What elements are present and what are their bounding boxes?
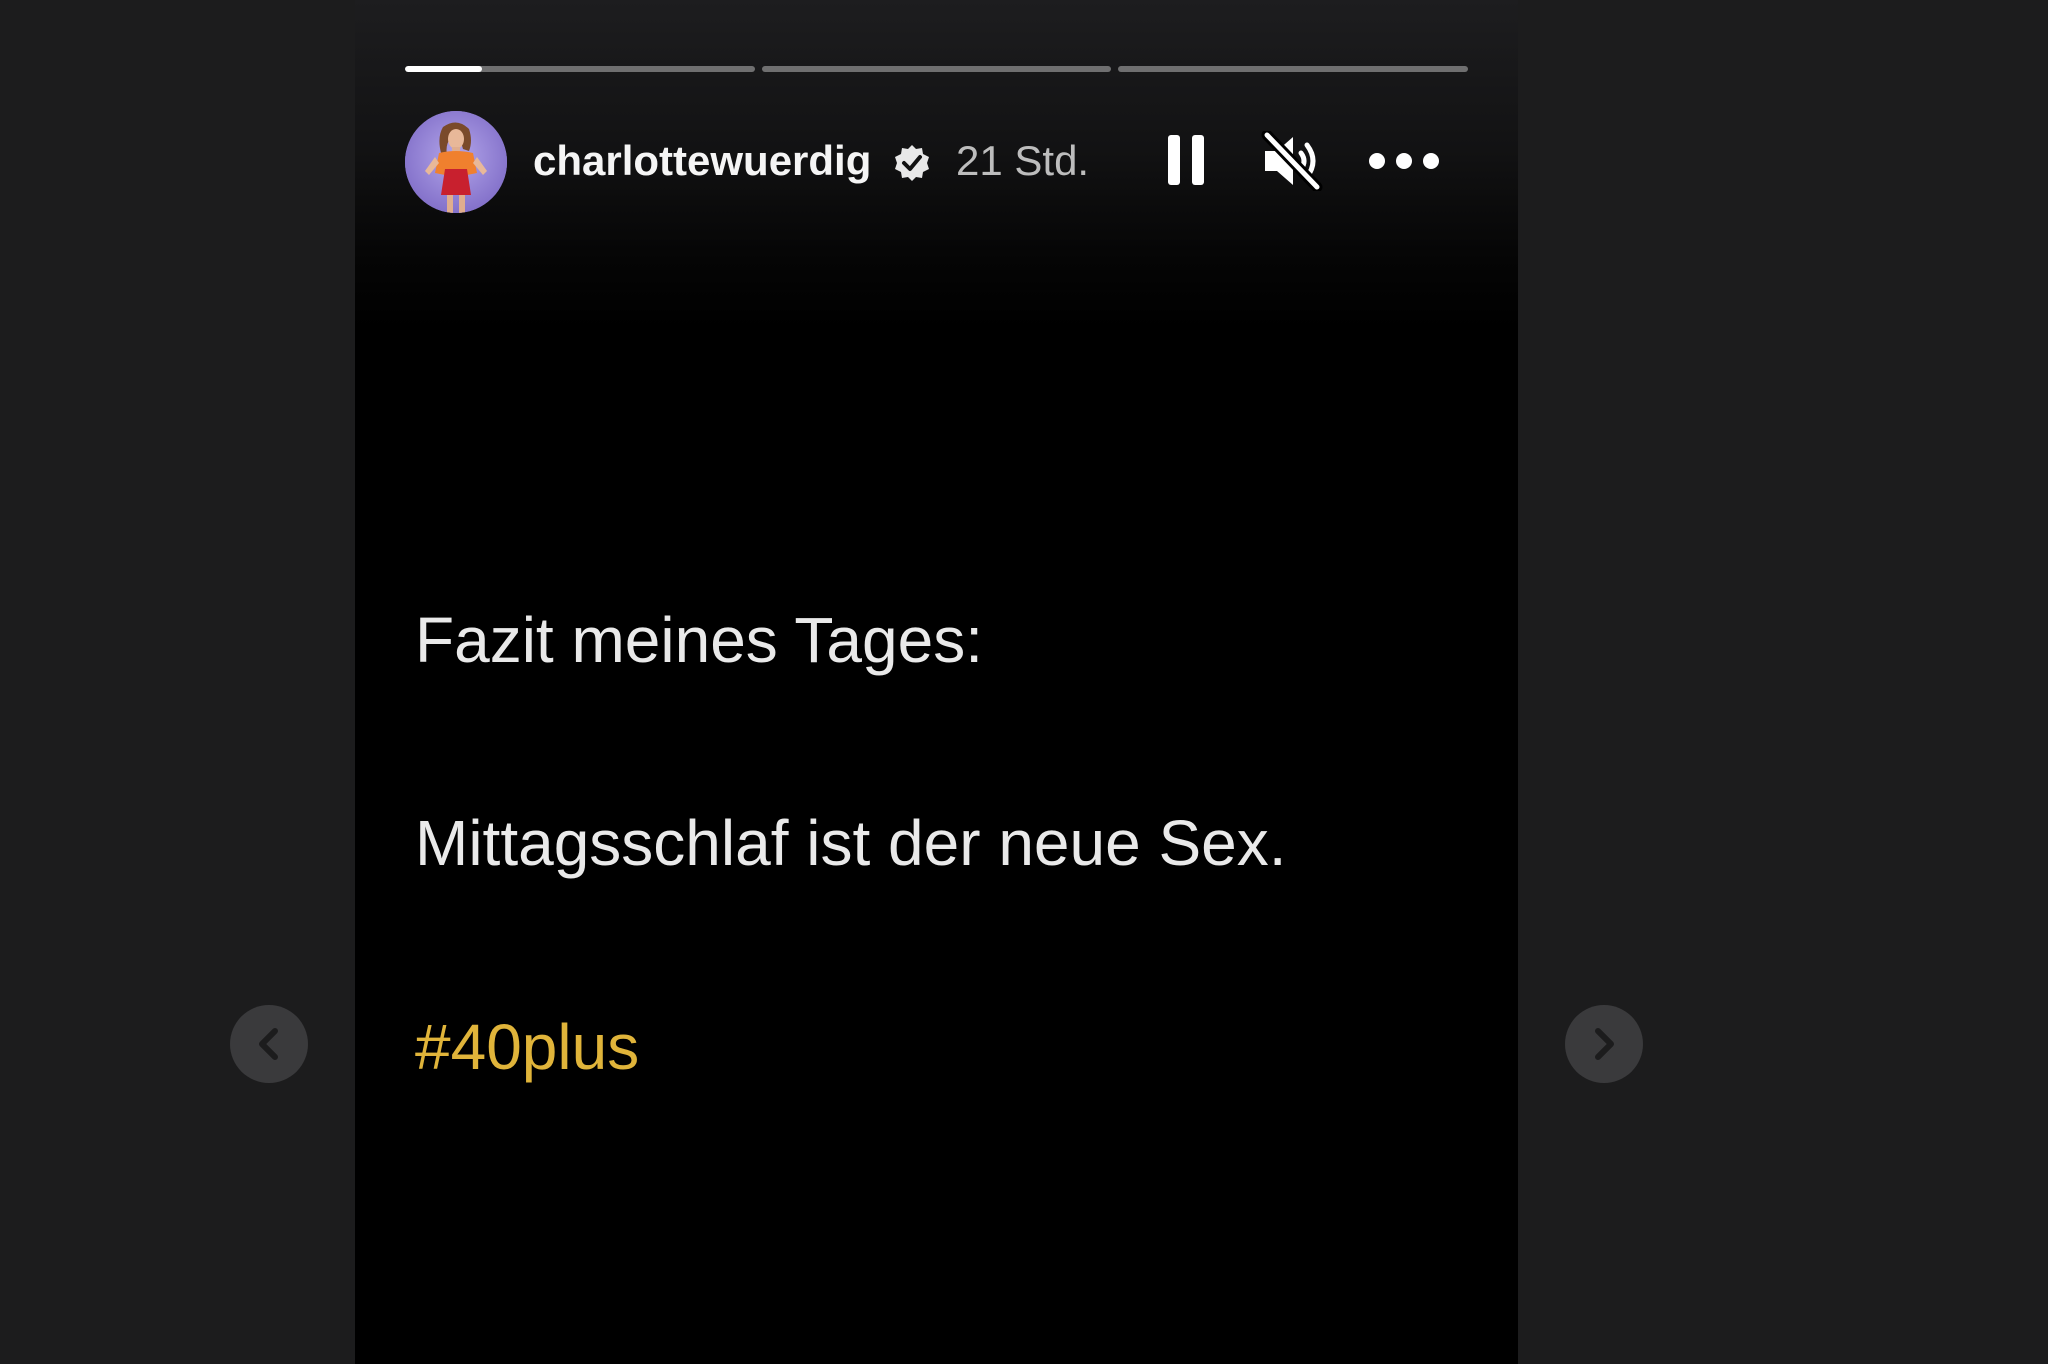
story-text-line: Mittagsschlaf ist der neue Sex. <box>415 807 1287 879</box>
mute-button[interactable] <box>1261 129 1323 193</box>
progress-segment <box>1118 66 1469 72</box>
story-header: charlottewuerdig 21 Std. <box>405 111 1468 215</box>
chevron-left-icon <box>259 1028 278 1060</box>
hashtag-link[interactable]: #40plus <box>415 1010 639 1084</box>
chevron-right-icon <box>1595 1028 1614 1060</box>
next-story-button[interactable] <box>1565 1005 1643 1083</box>
story-progress-bar <box>405 66 1469 72</box>
more-icon <box>1369 153 1439 169</box>
username[interactable]: charlottewuerdig <box>533 138 871 184</box>
pause-icon <box>1168 135 1204 185</box>
story-text-line: Fazit meines Tages: <box>415 604 983 676</box>
progress-segment <box>405 66 755 72</box>
progress-segment <box>761 66 1112 72</box>
progress-segment-fill <box>405 66 482 72</box>
previous-story-button[interactable] <box>230 1005 308 1083</box>
verified-badge-icon <box>892 143 932 183</box>
pause-button[interactable] <box>1165 131 1207 189</box>
post-time: 21 Std. <box>956 137 1090 184</box>
avatar[interactable] <box>405 111 507 213</box>
more-options-button[interactable] <box>1367 131 1441 191</box>
story-viewer[interactable]: charlottewuerdig 21 Std. Fazit meines Ta… <box>355 0 1518 1364</box>
muted-speaker-icon <box>1261 129 1323 193</box>
